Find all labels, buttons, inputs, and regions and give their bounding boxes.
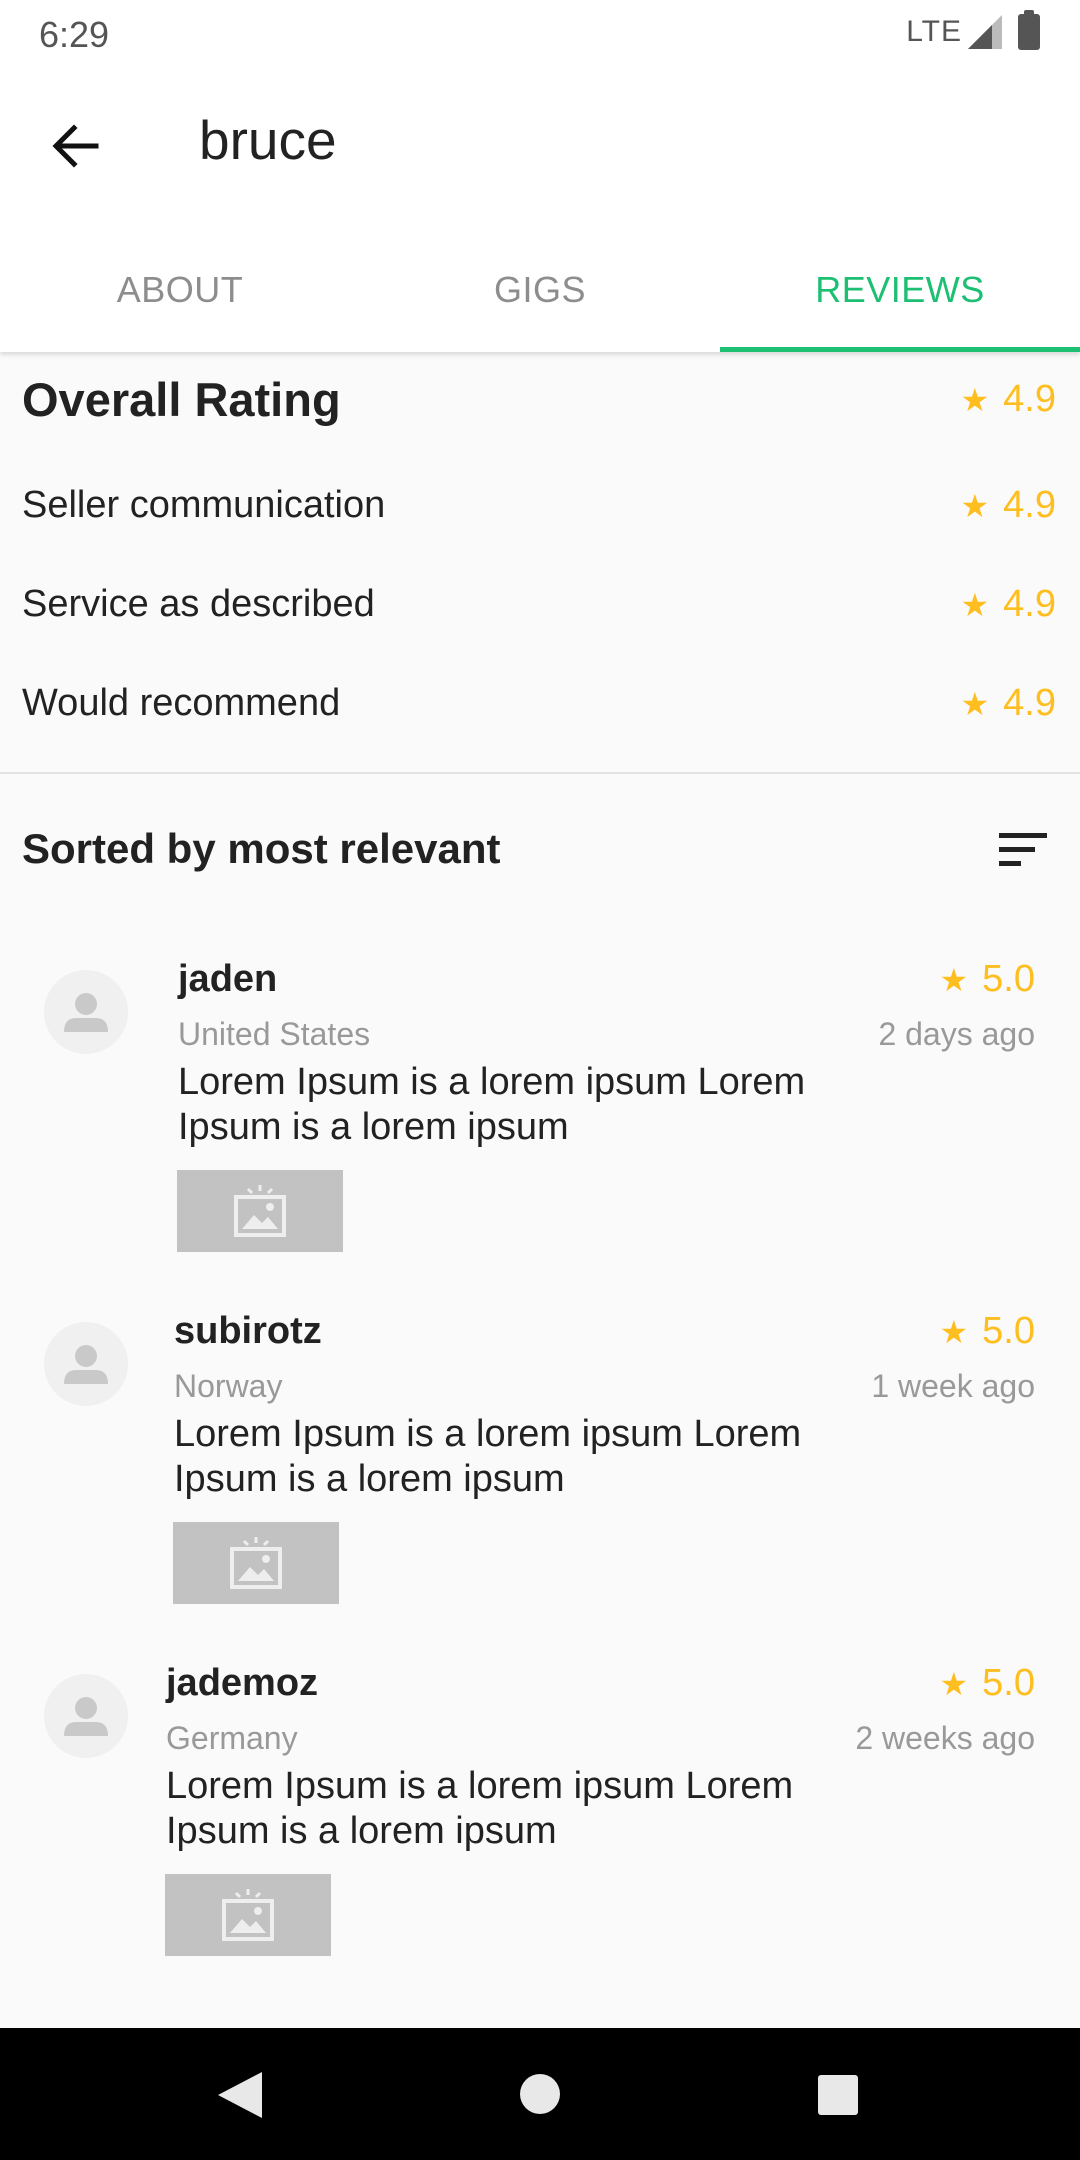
status-time: 6:29 <box>39 14 110 55</box>
page-title: bruce <box>199 109 337 171</box>
signal-icon <box>968 15 1002 49</box>
tab-about[interactable]: ABOUT <box>0 228 360 352</box>
rating-row-communication: Seller communication ★ 4.9 <box>22 484 1080 527</box>
review-text: Lorem Ipsum is a lorem ipsum Lorem Ipsum… <box>166 1765 794 1852</box>
rating-value: ★ 4.9 <box>960 484 1056 527</box>
rating-label: Service as described <box>22 583 375 625</box>
status-icons: LTE <box>906 10 1040 50</box>
divider <box>0 772 1080 774</box>
review-item: jaden United States ★ 5.0 2 days ago Lore… <box>0 950 1080 1302</box>
review-rating-value: 5.0 <box>982 1662 1035 1704</box>
review-rating-value: 5.0 <box>982 1310 1035 1352</box>
avatar[interactable] <box>44 1674 128 1758</box>
reviewer-country: Norway <box>174 1368 283 1404</box>
avatar-person-icon <box>64 1345 108 1384</box>
image-placeholder-icon <box>234 1185 286 1237</box>
sort-icon[interactable] <box>996 830 1050 870</box>
tab-gigs[interactable]: GIGS <box>360 228 720 352</box>
nav-home-icon[interactable] <box>520 2074 560 2114</box>
nav-recent-apps-icon[interactable] <box>818 2075 858 2115</box>
review-time: 2 weeks ago <box>855 1720 1035 1756</box>
review-rating: ★ 5.0 <box>939 1310 1035 1353</box>
rating-label: Seller communication <box>22 484 386 526</box>
reviewer-name[interactable]: jaden <box>178 958 277 1001</box>
system-nav-bar <box>0 2028 1080 2160</box>
review-image[interactable] <box>173 1522 339 1604</box>
star-icon: ★ <box>939 1665 969 1702</box>
overall-rating-row: Overall Rating ★ 4.9 <box>22 372 1080 427</box>
avatar-person-icon <box>64 1697 108 1736</box>
star-icon: ★ <box>960 586 990 623</box>
avatar[interactable] <box>44 970 128 1054</box>
review-rating-value: 5.0 <box>982 958 1035 1000</box>
reviewer-name[interactable]: jademoz <box>166 1662 318 1705</box>
status-bar: 6:29 LTE <box>0 0 1080 66</box>
review-rating: ★ 5.0 <box>939 958 1035 1001</box>
tab-bar: ABOUT GIGS REVIEWS <box>0 228 1080 352</box>
avatar-person-icon <box>64 993 108 1032</box>
review-time: 2 days ago <box>878 1016 1035 1052</box>
rating-row-service: Service as described ★ 4.9 <box>22 583 1080 626</box>
reviewer-country: Germany <box>166 1720 298 1756</box>
overall-rating-label: Overall Rating <box>22 373 341 426</box>
review-text: Lorem Ipsum is a lorem ipsum Lorem Ipsum… <box>174 1413 802 1500</box>
star-icon: ★ <box>960 685 990 722</box>
star-icon: ★ <box>939 961 969 998</box>
overall-rating-value: ★ 4.9 <box>960 378 1056 421</box>
image-placeholder-icon <box>230 1537 282 1589</box>
image-placeholder-icon <box>222 1889 274 1941</box>
rating-number: 4.9 <box>1003 583 1056 625</box>
star-icon: ★ <box>960 487 990 524</box>
battery-icon <box>1018 10 1040 50</box>
avatar[interactable] <box>44 1322 128 1406</box>
network-type: LTE <box>906 15 962 48</box>
star-icon: ★ <box>939 1313 969 1350</box>
tab-reviews[interactable]: REVIEWS <box>720 228 1080 352</box>
review-image[interactable] <box>177 1170 343 1252</box>
star-icon: ★ <box>960 381 990 418</box>
rating-value: ★ 4.9 <box>960 682 1056 725</box>
rating-row-recommend: Would recommend ★ 4.9 <box>22 682 1080 725</box>
arrow-back-icon[interactable] <box>46 116 106 176</box>
rating-number: 4.9 <box>1003 378 1056 420</box>
sort-label: Sorted by most relevant <box>22 825 501 872</box>
review-rating: ★ 5.0 <box>939 1662 1035 1705</box>
review-item: jademoz Germany ★ 5.0 2 weeks ago Lorem I… <box>0 1654 1080 2006</box>
rating-value: ★ 4.9 <box>960 583 1056 626</box>
nav-back-icon[interactable] <box>218 2072 262 2118</box>
review-item: subirotz Norway ★ 5.0 1 week ago Lorem Ip… <box>0 1302 1080 1654</box>
review-image[interactable] <box>165 1874 331 1956</box>
app-bar: bruce <box>0 66 1080 228</box>
rating-label: Would recommend <box>22 682 341 724</box>
rating-number: 4.9 <box>1003 484 1056 526</box>
rating-number: 4.9 <box>1003 682 1056 724</box>
reviewer-name[interactable]: subirotz <box>174 1310 322 1353</box>
review-text: Lorem Ipsum is a lorem ipsum Lorem Ipsum… <box>178 1061 806 1148</box>
reviewer-country: United States <box>178 1016 371 1052</box>
review-time: 1 week ago <box>871 1368 1035 1404</box>
